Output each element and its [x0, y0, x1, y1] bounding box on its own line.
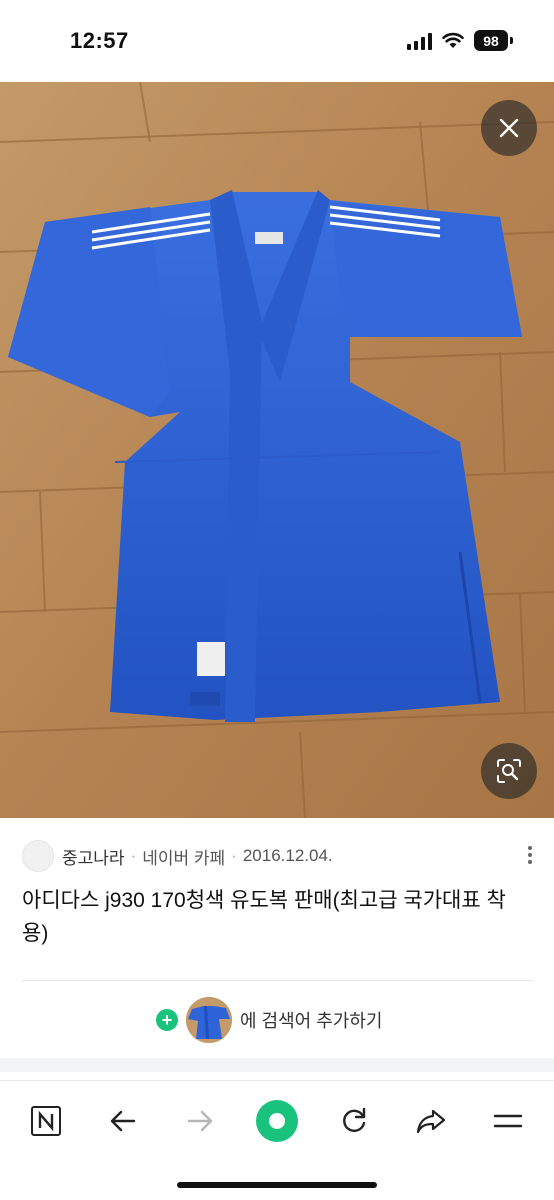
menu-button[interactable]	[484, 1097, 532, 1145]
source-name[interactable]: 중고나라	[62, 844, 125, 869]
wifi-icon	[442, 32, 464, 48]
source-platform: 네이버 카페	[142, 848, 226, 868]
image-search-button[interactable]	[481, 743, 537, 799]
separator: ·	[231, 846, 237, 865]
battery-indicator: 98	[474, 30, 513, 51]
back-arrow-icon	[110, 1110, 136, 1132]
add-search-term-label: 에 검색어 추가하기	[240, 1011, 383, 1031]
refresh-icon	[343, 1107, 366, 1132]
source-date: 2016.12.04.	[242, 846, 333, 865]
separator: ·	[130, 846, 137, 865]
bottom-toolbar	[0, 1080, 554, 1160]
close-button[interactable]	[481, 100, 537, 156]
product-photo[interactable]	[0, 82, 554, 818]
naver-home-button[interactable]	[22, 1097, 70, 1145]
forward-arrow-icon	[187, 1110, 213, 1132]
share-icon	[416, 1109, 446, 1134]
share-button[interactable]	[407, 1097, 455, 1145]
refresh-button[interactable]	[330, 1097, 378, 1145]
green-dot-icon	[256, 1100, 298, 1142]
status-bar: 12:57 98	[0, 0, 554, 82]
judo-gi-image	[0, 82, 554, 818]
green-dot-button[interactable]	[253, 1097, 301, 1145]
image-thumbnail	[186, 997, 232, 1043]
close-icon	[499, 118, 519, 138]
back-button[interactable]	[99, 1097, 147, 1145]
status-time: 12:57	[70, 28, 129, 53]
status-icons: 98	[407, 30, 513, 51]
source-row[interactable]: 중고나라 · 네이버 카페 · 2016.12.04.	[22, 840, 532, 872]
plus-icon: +	[156, 1009, 178, 1031]
image-search-icon	[497, 759, 521, 783]
menu-icon	[493, 1114, 523, 1128]
more-options-icon[interactable]	[528, 846, 532, 864]
forward-button[interactable]	[176, 1097, 224, 1145]
home-indicator	[177, 1182, 377, 1188]
add-search-term-button[interactable]: + 에 검색어 추가하기	[156, 996, 382, 1044]
naver-home-icon	[31, 1106, 61, 1136]
result-title[interactable]: 아디다스 j930 170청색 유도복 판매(최고급 국가대표 착용)	[22, 884, 532, 950]
signal-icon	[407, 32, 432, 50]
section-separator	[0, 1058, 554, 1072]
source-avatar	[22, 840, 54, 872]
divider	[22, 980, 532, 981]
